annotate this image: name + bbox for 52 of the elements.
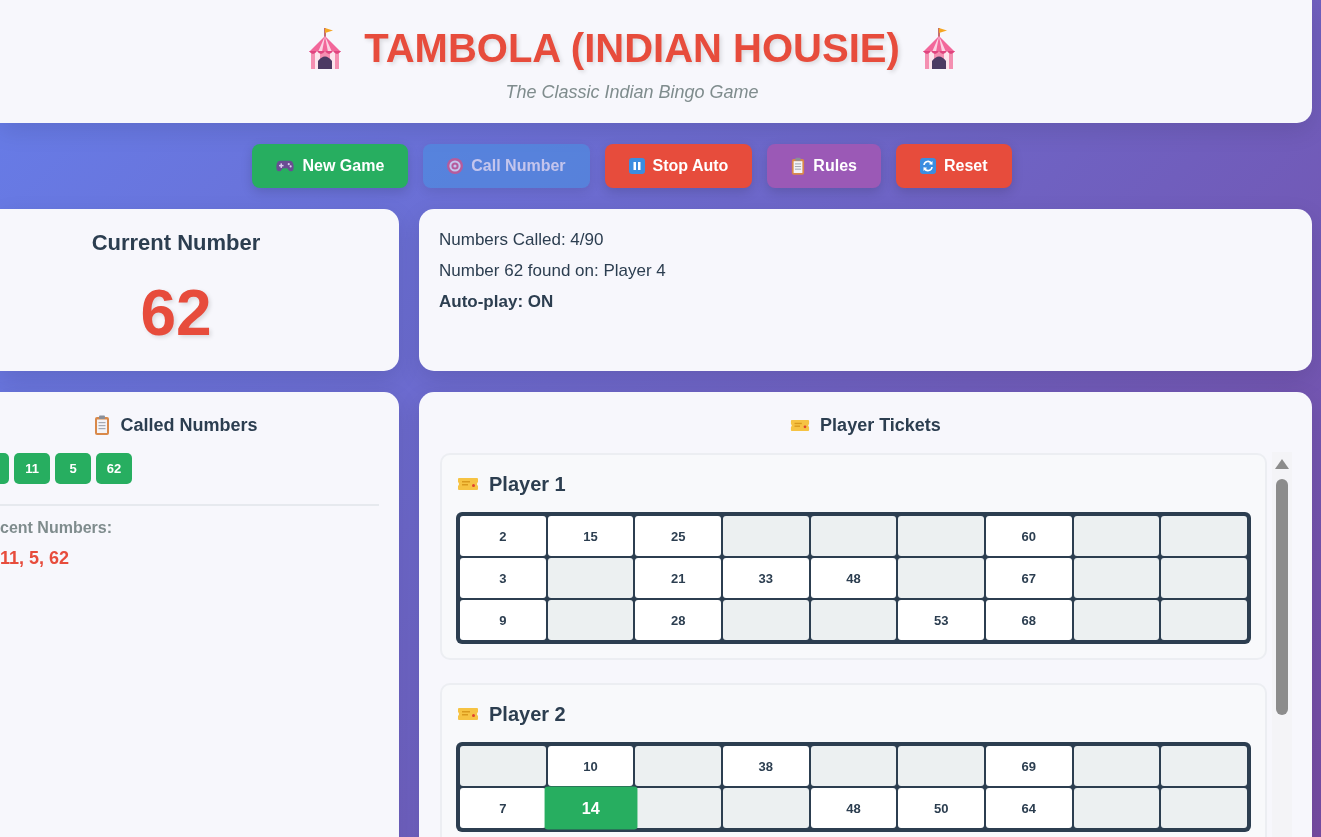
number-chip	[0, 453, 9, 484]
scrollbar-thumb[interactable]	[1276, 479, 1288, 715]
panel-title: Player Tickets	[820, 414, 941, 437]
app-subtitle: The Classic Indian Bingo Game	[505, 81, 759, 103]
panel-title: Current Number	[91, 229, 261, 257]
refresh-icon	[919, 158, 936, 174]
ticket-cell[interactable]: 3	[460, 558, 546, 598]
current-number: 62	[140, 277, 212, 349]
ticket-cell[interactable]: 28	[635, 600, 721, 640]
ticket-cell[interactable]: 38	[723, 746, 809, 786]
rules-button[interactable]: Rules	[767, 144, 881, 188]
ticket-cell[interactable]: 33	[723, 558, 809, 598]
scrollbar-track[interactable]	[1272, 452, 1292, 837]
number-chip: 11	[14, 453, 50, 484]
clipboard-icon	[791, 157, 806, 175]
ticket-cell[interactable]: 2	[460, 516, 546, 556]
ticket-cell[interactable]: 50	[898, 788, 984, 828]
ticket-cell[interactable]: 15	[547, 516, 634, 556]
ticket-cell[interactable]: 21	[635, 558, 721, 598]
ticket-cell[interactable]: 10	[547, 746, 634, 786]
number-chip: 5	[55, 453, 91, 484]
status-text: Auto-play: ON	[439, 291, 555, 313]
recent-numbers-label: cent Numbers:	[0, 518, 114, 538]
panel-title: Called Numbers	[120, 414, 258, 437]
app-title: TAMBOLA (INDIAN HOUSIE)	[364, 25, 900, 72]
gamepad-icon	[276, 160, 295, 172]
status-text: Number 62 found on: Player 4	[439, 260, 667, 282]
reset-button[interactable]: Reset	[895, 144, 1012, 188]
ticket-cell[interactable]: 48	[810, 558, 897, 598]
ticket-cell[interactable]: 67	[986, 558, 1072, 598]
pause-icon	[628, 158, 645, 174]
ticket-cell[interactable]: 68	[986, 600, 1072, 640]
ticket-cell[interactable]: 64	[986, 788, 1072, 828]
ticket-icon	[790, 418, 811, 432]
ticket-cell[interactable]: 53	[898, 600, 984, 640]
target-icon	[447, 158, 464, 174]
player-name: Player 2	[489, 702, 566, 727]
recent-numbers: 11, 5, 62	[0, 547, 71, 570]
ticket-cell[interactable]: 25	[635, 516, 721, 556]
player-name: Player 1	[489, 472, 566, 497]
ticket-cell[interactable]: 48	[810, 788, 897, 828]
ticket-cell[interactable]: 69	[986, 746, 1072, 786]
clipboard-icon	[94, 415, 111, 435]
ticket-icon	[457, 477, 479, 491]
ticket-cell[interactable]: 9	[460, 600, 546, 640]
number-chip: 62	[96, 453, 132, 484]
ticket-icon	[457, 707, 479, 721]
ticket-cell[interactable]: 60	[986, 516, 1072, 556]
scroll-up-arrow-icon[interactable]	[1275, 459, 1289, 469]
ticket-cell[interactable]: 7	[460, 788, 546, 828]
stop-auto-button[interactable]: Stop Auto	[604, 144, 753, 188]
status-text: Numbers Called: 4/90	[439, 229, 605, 251]
